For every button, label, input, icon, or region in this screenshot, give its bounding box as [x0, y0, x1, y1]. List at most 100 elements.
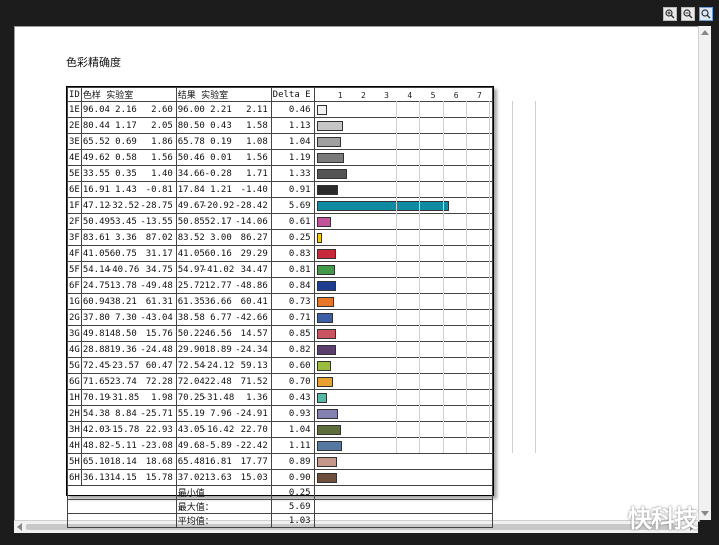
- lab-l-value: 50.49: [82, 216, 110, 227]
- delta-e-bar-cell: [313, 229, 494, 246]
- x-tick-label: 1: [337, 91, 342, 100]
- scroll-up-icon[interactable]: [701, 30, 709, 35]
- result-lab-values: 17.84 1.21 -1.40: [175, 181, 272, 198]
- patch-id: 4G: [67, 341, 82, 358]
- delta-e-value: 0.73: [270, 293, 315, 310]
- sample-lab-values: 33.55 0.35 1.40: [80, 165, 177, 182]
- lab-a-value: 0.19: [210, 136, 232, 147]
- lab-a-value: 0.43: [210, 120, 232, 131]
- lab-b-value: 34.47: [240, 264, 268, 275]
- lab-l-value: 34.66: [177, 168, 205, 179]
- delta-e-bar: [316, 137, 341, 147]
- result-lab-values: 80.50 0.43 1.58: [175, 117, 272, 134]
- lab-a-value: -40.76: [106, 264, 140, 275]
- delta-e-bar-cell: [313, 165, 494, 182]
- sample-lab-values: 41.0560.75 31.17: [80, 245, 177, 262]
- lab-b-value: 72.28: [145, 376, 173, 387]
- result-lab-values: 34.66-0.28 1.71: [175, 165, 272, 182]
- empty-cell: [313, 499, 494, 514]
- delta-e-bar: [316, 265, 336, 275]
- table-row: 4F 41.0560.75 31.17 41.0560.16 29.29 0.83: [67, 245, 494, 262]
- lab-b-value: 1.58: [246, 120, 268, 131]
- vertical-scrollbar[interactable]: [698, 26, 711, 520]
- delta-e-bar: [316, 409, 339, 419]
- patch-id: 1H: [67, 389, 82, 406]
- patch-id: 1G: [67, 293, 82, 310]
- delta-e-value: 0.82: [270, 341, 315, 358]
- zoom-fit-button[interactable]: [699, 7, 713, 21]
- patch-id: 4H: [67, 437, 82, 454]
- lab-l-value: 83.61: [82, 232, 110, 243]
- delta-e-bar-cell: [313, 213, 494, 230]
- result-lab-values: 65.78 0.19 1.08: [175, 133, 272, 150]
- sample-lab-values: 71.6523.74 72.28: [80, 373, 177, 390]
- delta-e-bar-cell: [313, 341, 494, 358]
- lab-a-value: 18.89: [204, 344, 232, 355]
- lab-l-value: 54.97: [177, 264, 205, 275]
- zoom-fit-icon: [701, 9, 711, 19]
- lab-a-value: 52.17: [204, 216, 232, 227]
- empty-cell: [313, 485, 494, 500]
- lab-b-value: 1.40: [151, 168, 173, 179]
- lab-a-value: 2.21: [210, 104, 232, 115]
- sample-lab-values: 72.45-23.57 60.47: [80, 357, 177, 374]
- lab-a-value: 14.15: [109, 472, 137, 483]
- lab-l-value: 65.52: [82, 136, 110, 147]
- lab-a-value: 23.74: [109, 376, 137, 387]
- lab-a-value: 60.75: [109, 248, 137, 259]
- lab-a-value: 3.00: [210, 232, 232, 243]
- scroll-left-icon[interactable]: [17, 523, 22, 531]
- delta-e-bar-cell: [313, 277, 494, 294]
- delta-e-bar: [316, 425, 341, 435]
- lab-a-value: 18.14: [109, 456, 137, 467]
- sample-lab-values: 48.82-5.11 -23.08: [80, 437, 177, 454]
- lab-a-value: -32.52: [106, 200, 140, 211]
- lab-a-value: -31.48: [201, 392, 235, 403]
- lab-b-value: 60.41: [240, 296, 268, 307]
- axis-header: 1 2 3 4 5 6 7: [313, 87, 494, 102]
- lab-b-value: -1.40: [240, 184, 268, 195]
- delta-e-bar: [316, 153, 345, 163]
- patch-id: 2F: [67, 213, 82, 230]
- lab-l-value: 55.19: [177, 408, 205, 419]
- color-accuracy-report: ID 色样 实验室 结果 实验室 Delta E 1 2 3 4 5 6 7 1E 96.04…: [66, 86, 537, 528]
- delta-e-bar-cell: [313, 309, 494, 326]
- lab-l-value: 28.88: [82, 344, 110, 355]
- result-lab-values: 38.58 6.77 -42.66: [175, 309, 272, 326]
- lab-b-value: 15.03: [240, 472, 268, 483]
- zoom-out-button[interactable]: [681, 7, 695, 21]
- result-lab-values: 29.9018.89 -24.34: [175, 341, 272, 358]
- patch-id: 4F: [67, 245, 82, 262]
- x-tick-label: 6: [453, 91, 458, 100]
- delta-e-bar: [316, 105, 328, 115]
- image-viewer-window: 色彩精确度 ID 色样 实验室 结果 实验室 Delta E 1 2 3 4 5 6 7 1…: [0, 0, 719, 545]
- empty-cell: [313, 513, 494, 528]
- lab-l-value: 33.55: [82, 168, 110, 179]
- lab-b-value: 1.86: [151, 136, 173, 147]
- lab-l-value: 49.68: [177, 440, 205, 451]
- lab-b-value: 86.27: [240, 232, 268, 243]
- lab-a-value: 0.01: [210, 152, 232, 163]
- patch-id: 5H: [67, 453, 82, 470]
- lab-b-value: -24.91: [235, 408, 268, 419]
- result-lab-values: 70.25-31.48 1.36: [175, 389, 272, 406]
- sample-lab-values: 54.14-40.76 34.75: [80, 261, 177, 278]
- table-row: 2G 37.80 7.30 -43.04 38.58 6.77 -42.66 0.71: [67, 309, 494, 326]
- lab-l-value: 65.48: [177, 456, 205, 467]
- delta-e-bar-cell: [313, 325, 494, 342]
- delta-e-value: 0.93: [270, 405, 315, 422]
- result-lab-values: 83.52 3.00 86.27: [175, 229, 272, 246]
- scroll-down-icon[interactable]: [701, 511, 709, 516]
- lab-l-value: 38.58: [177, 312, 205, 323]
- lab-l-value: 50.22: [177, 328, 205, 339]
- delta-e-bar: [316, 377, 333, 387]
- zoom-in-button[interactable]: [663, 7, 677, 21]
- lab-a-value: 6.77: [210, 312, 232, 323]
- x-tick-label: 4: [407, 91, 412, 100]
- empty-cell: [67, 513, 82, 528]
- lab-l-value: 96.04: [82, 104, 110, 115]
- lab-b-value: 1.36: [246, 392, 268, 403]
- delta-e-bar: [316, 281, 337, 291]
- lab-b-value: -28.75: [140, 200, 173, 211]
- lab-l-value: 70.25: [177, 392, 205, 403]
